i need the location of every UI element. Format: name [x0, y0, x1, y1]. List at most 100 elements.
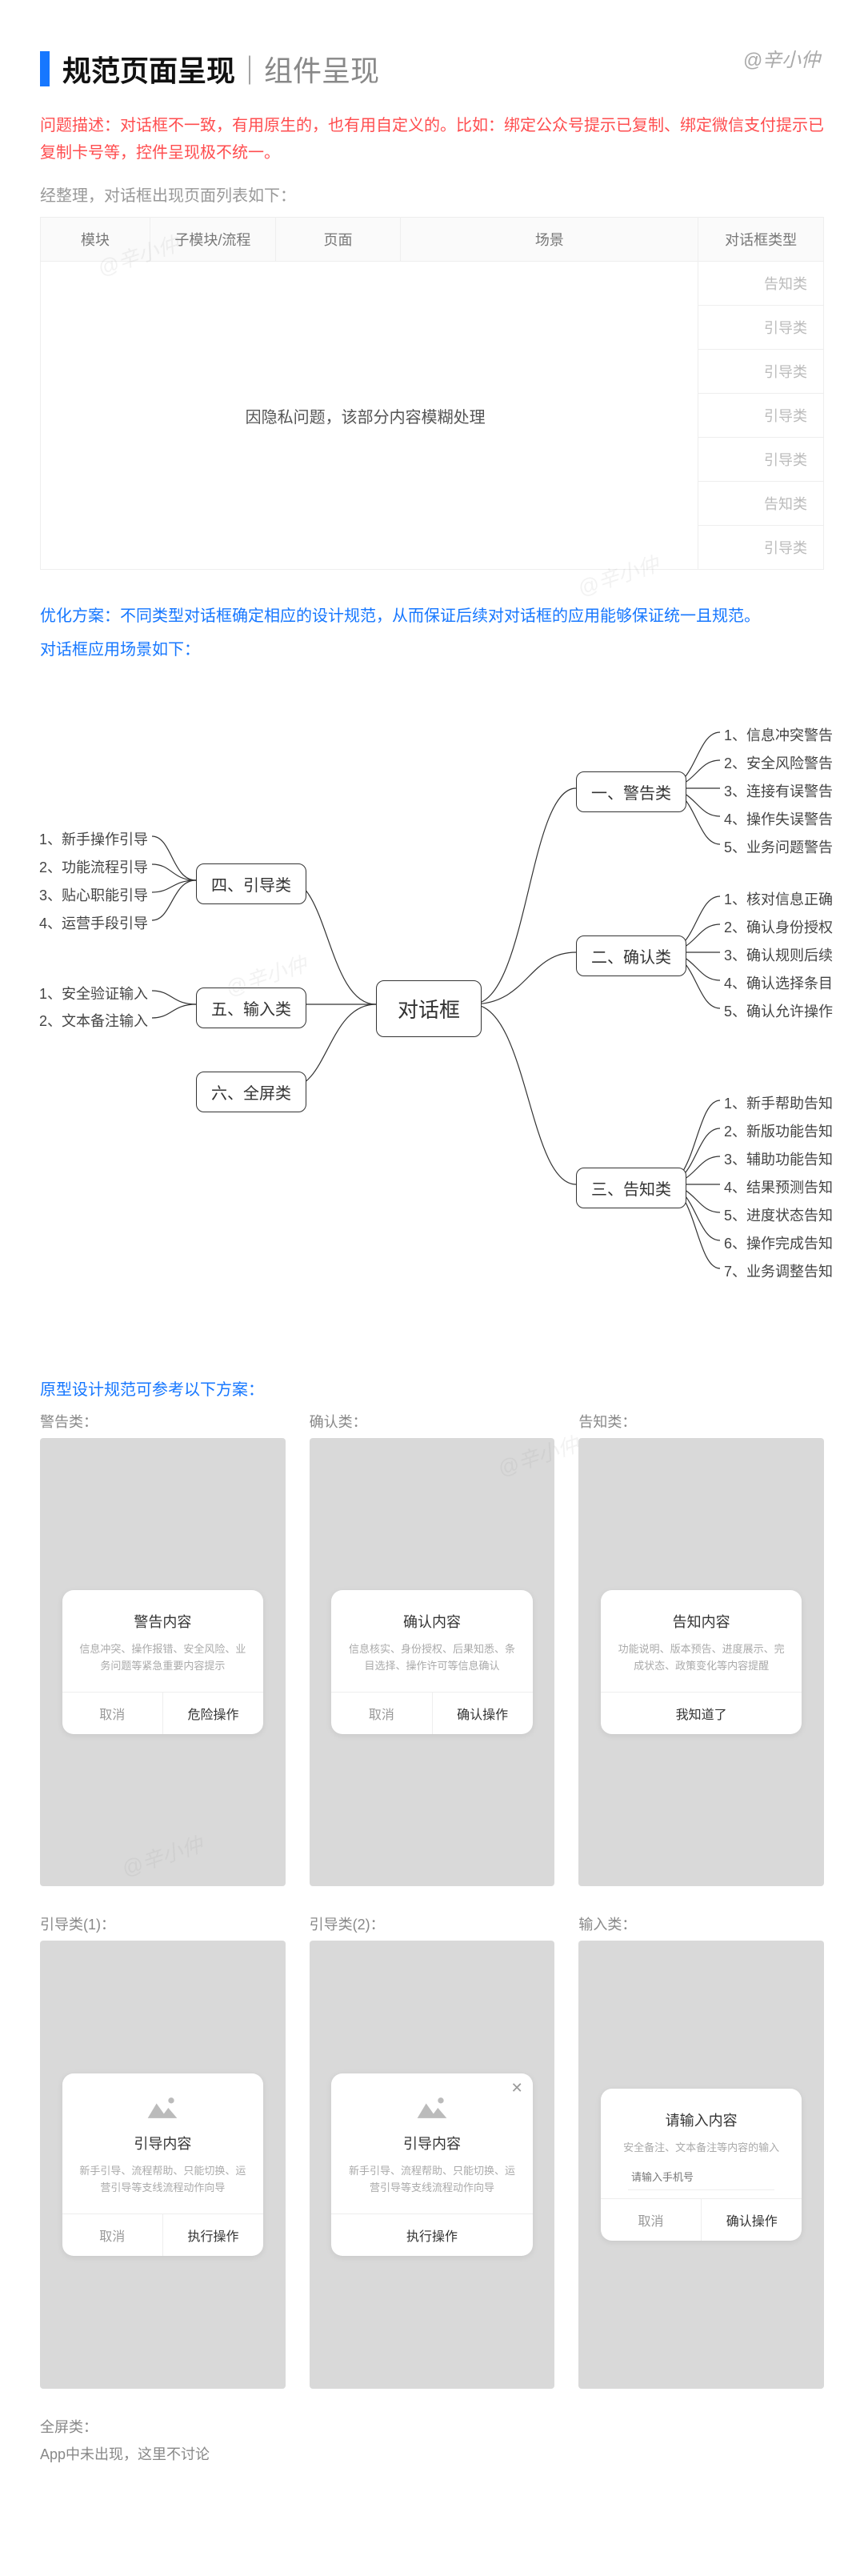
- phone-input[interactable]: [628, 2165, 774, 2190]
- dialog-desc: 功能说明、版本预告、进度展示、完成状态、政策变化等内容提醒: [615, 1641, 787, 1675]
- phone-mock: 引导内容新手引导、流程帮助、只能切换、运营引导等支线流程动作向导 取消执行操作: [40, 1941, 286, 2389]
- execute-button[interactable]: 执行操作: [162, 2214, 263, 2256]
- type-cell: 引导类: [698, 438, 824, 482]
- proto-col-notify: 告知类： 告知内容功能说明、版本预告、进度展示、完成状态、政策变化等内容提醒 我…: [578, 1411, 824, 1886]
- mm-leaf: 4、运营手段引导: [39, 912, 148, 933]
- phone-mock: 请输入内容 安全备注、文本备注等内容的输入 取消确认操作: [578, 1941, 824, 2389]
- confirm-button[interactable]: 确认操作: [432, 1693, 533, 1734]
- mm-leaf: 1、新手操作引导: [39, 828, 148, 849]
- mm-leaf: 5、确认允许操作: [724, 1000, 833, 1021]
- dialog-confirm: 确认内容信息核实、身份授权、后果知悉、条目选择、操作许可等信息确认 取消确认操作: [331, 1590, 532, 1735]
- dialog-warning: 警告内容信息冲突、操作报错、安全风险、业务问题等紧急重要内容提示 取消危险操作: [62, 1590, 263, 1735]
- image-icon: [145, 2094, 180, 2121]
- cat-input: 输入类：: [578, 1913, 824, 1934]
- type-cell: 引导类: [698, 306, 824, 350]
- header-subtitle: ｜组件呈现: [235, 48, 379, 90]
- dialog-desc: 安全备注、文本备注等内容的输入: [615, 2140, 787, 2157]
- type-cell: 引导类: [698, 350, 824, 394]
- mm-leaf: 5、业务问题警告: [724, 836, 833, 857]
- mm-leaf: 4、操作失误警告: [724, 808, 833, 829]
- header-title: 规范页面呈现: [62, 48, 235, 90]
- confirm-button[interactable]: 确认操作: [701, 2199, 802, 2241]
- dialog-desc: 信息核实、身份授权、后果知悉、条目选择、操作许可等信息确认: [346, 1641, 518, 1675]
- cat-confirm: 确认类：: [310, 1411, 555, 1432]
- cancel-button[interactable]: 取消: [331, 1693, 431, 1734]
- prototype-row-1: 警告类： 警告内容信息冲突、操作报错、安全风险、业务问题等紧急重要内容提示 取消…: [40, 1411, 824, 1886]
- blur-overlay: 因隐私问题，该部分内容模糊处理: [41, 262, 698, 570]
- mm-leaf: 2、功能流程引导: [39, 856, 148, 877]
- dialog-desc: 新手引导、流程帮助、只能切换、运营引导等支线流程动作向导: [346, 2163, 518, 2197]
- cat-guide1: 引导类(1)：: [40, 1913, 286, 1934]
- section-header: 规范页面呈现 ｜组件呈现: [40, 48, 824, 90]
- mindmap: 对话框 一、警告类 二、确认类 三、告知类 1、信息冲突警告 2、安全风险警告 …: [40, 688, 824, 1344]
- proto-col-warning: 警告类： 警告内容信息冲突、操作报错、安全风险、业务问题等紧急重要内容提示 取消…: [40, 1411, 286, 1886]
- mm-leaf: 1、信息冲突警告: [724, 724, 833, 745]
- scene-label: 对话框应用场景如下：: [40, 635, 824, 664]
- dialog-desc: 新手引导、流程帮助、只能切换、运营引导等支线流程动作向导: [77, 2163, 249, 2197]
- cat-notify: 告知类：: [578, 1411, 824, 1432]
- mm-leaf: 3、辅助功能告知: [724, 1148, 833, 1169]
- th-scene: 场景: [401, 218, 698, 262]
- proto-col-input: 输入类： 请输入内容 安全备注、文本备注等内容的输入 取消确认操作: [578, 1913, 824, 2389]
- mm-leaf: 3、确认规则后续: [724, 944, 833, 965]
- th-module: 模块: [41, 218, 150, 262]
- type-cell: 告知类: [698, 262, 824, 306]
- mm-leaf: 2、文本备注输入: [39, 1010, 148, 1031]
- mm-leaf: 2、安全风险警告: [724, 752, 833, 773]
- dialog-desc: 信息冲突、操作报错、安全风险、业务问题等紧急重要内容提示: [77, 1641, 249, 1675]
- proto-col-guide1: 引导类(1)： 引导内容新手引导、流程帮助、只能切换、运营引导等支线流程动作向导…: [40, 1913, 286, 2389]
- dialog-title: 确认内容: [346, 1611, 518, 1632]
- execute-button[interactable]: 执行操作: [331, 2214, 532, 2256]
- cancel-button[interactable]: 取消: [62, 2214, 162, 2256]
- mm-leaf: 5、进度状态告知: [724, 1204, 833, 1225]
- cat-guide2: 引导类(2)：: [310, 1913, 555, 1934]
- th-submodule: 子模块/流程: [150, 218, 276, 262]
- ok-button[interactable]: 我知道了: [601, 1693, 802, 1734]
- type-cell: 引导类: [698, 526, 824, 570]
- dialog-title: 引导内容: [77, 2133, 249, 2153]
- mm-leaf: 4、确认选择条目: [724, 972, 833, 993]
- problem-description: 问题描述：对话框不一致，有用原生的，也有用自定义的。比如：绑定公众号提示已复制、…: [40, 112, 824, 166]
- header-accent-bar: [40, 51, 50, 86]
- dialog-guide: ✕ 引导内容新手引导、流程帮助、只能切换、运营引导等支线流程动作向导 执行操作: [331, 2073, 532, 2257]
- mm-leaf: 6、操作完成告知: [724, 1232, 833, 1253]
- proto-col-confirm: 确认类： 确认内容信息核实、身份授权、后果知悉、条目选择、操作许可等信息确认 取…: [310, 1411, 555, 1886]
- mm-node-confirm: 二、确认类: [576, 935, 686, 976]
- phone-mock: 警告内容信息冲突、操作报错、安全风险、业务问题等紧急重要内容提示 取消危险操作: [40, 1438, 286, 1886]
- dialog-notify: 告知内容功能说明、版本预告、进度展示、完成状态、政策变化等内容提醒 我知道了: [601, 1590, 802, 1735]
- cat-warning: 警告类：: [40, 1411, 286, 1432]
- mm-node-guide: 四、引导类: [196, 863, 306, 904]
- cancel-button[interactable]: 取消: [62, 1693, 162, 1734]
- cancel-button[interactable]: 取消: [601, 2199, 701, 2241]
- mm-node-notify: 三、告知类: [576, 1168, 686, 1208]
- mm-leaf: 3、贴心职能引导: [39, 884, 148, 905]
- mm-node-input: 五、输入类: [196, 988, 306, 1028]
- dialog-guide: 引导内容新手引导、流程帮助、只能切换、运营引导等支线流程动作向导 取消执行操作: [62, 2073, 263, 2257]
- dialog-title: 引导内容: [346, 2133, 518, 2153]
- mm-leaf: 2、确认身份授权: [724, 916, 833, 937]
- mm-leaf: 1、核对信息正确: [724, 888, 833, 909]
- prototype-label: 原型设计规范可参考以下方案：: [40, 1376, 824, 1400]
- type-cell: 告知类: [698, 482, 824, 526]
- th-type: 对话框类型: [698, 218, 824, 262]
- mm-node-warning: 一、警告类: [576, 771, 686, 812]
- prototype-row-2: 引导类(1)： 引导内容新手引导、流程帮助、只能切换、运营引导等支线流程动作向导…: [40, 1913, 824, 2389]
- image-icon: [414, 2094, 450, 2121]
- type-cell: 引导类: [698, 394, 824, 438]
- close-icon[interactable]: ✕: [511, 2080, 523, 2097]
- mindmap-center: 对话框: [376, 980, 482, 1037]
- mm-node-fullscreen: 六、全屏类: [196, 1072, 306, 1112]
- mm-leaf: 2、新版功能告知: [724, 1120, 833, 1141]
- dialog-title: 请输入内容: [615, 2109, 787, 2130]
- mm-leaf: 4、结果预测告知: [724, 1176, 833, 1197]
- th-page: 页面: [275, 218, 401, 262]
- watermark: @辛小仲: [743, 44, 820, 72]
- phone-mock: ✕ 引导内容新手引导、流程帮助、只能切换、运营引导等支线流程动作向导 执行操作: [310, 1941, 555, 2389]
- mm-leaf: 1、安全验证输入: [39, 983, 148, 1004]
- fullscreen-note: App中未出现，这里不讨论: [40, 2443, 824, 2464]
- dialog-title: 警告内容: [77, 1611, 249, 1632]
- dialog-title: 告知内容: [615, 1611, 787, 1632]
- proto-fullscreen: 全屏类： App中未出现，这里不讨论: [40, 2416, 824, 2464]
- phone-mock: 告知内容功能说明、版本预告、进度展示、完成状态、政策变化等内容提醒 我知道了: [578, 1438, 824, 1886]
- danger-button[interactable]: 危险操作: [162, 1693, 263, 1734]
